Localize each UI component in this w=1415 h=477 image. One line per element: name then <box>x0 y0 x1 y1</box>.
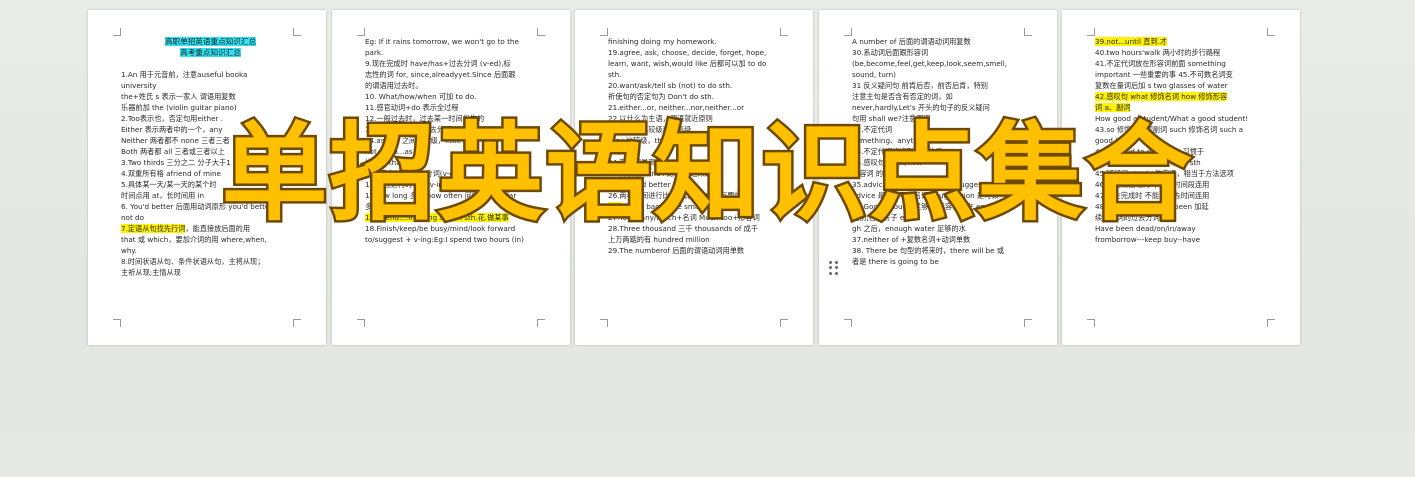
page-corner-mark <box>600 319 608 327</box>
document-line: 主祈从现;主情从现 <box>121 268 181 277</box>
page-corner-mark <box>780 28 788 36</box>
document-line: 38. There be 句型的将来时，there will be 或 <box>852 246 1005 255</box>
page-corner-mark <box>600 28 608 36</box>
page-corner-mark <box>357 319 365 327</box>
document-line: Eg: If it rains tomorrow, we won't go to… <box>365 37 519 46</box>
document-line: sound, turn) <box>852 70 896 79</box>
document-line: A number of 后面的谓语动词用复数 <box>852 37 971 46</box>
document-line: sth. <box>608 70 622 79</box>
document-line: (be,become,feel,get,keep,look,seem,smell… <box>852 59 1008 68</box>
document-line: university <box>121 81 157 90</box>
document-line: 30.系动词后面跟形容词 <box>852 48 929 57</box>
page-corner-mark <box>1087 319 1095 327</box>
document-line: 1.An 用于元音前，注意auseful booka <box>121 70 248 79</box>
document-line: learn, want, wish,would like 后都可以加 to do <box>608 59 767 68</box>
document-line: 祈使句的否定句为 Don't do sth. <box>608 92 714 101</box>
document-line: 9.现在完成时 have/has+过去分词 (v-ed),标 <box>365 59 511 68</box>
document-line: 的谓语用过去时。 <box>365 81 423 90</box>
document-line: 注意主句是否含有否定的词，如 <box>852 92 953 101</box>
document-line: 者是 there is going to be <box>852 257 939 266</box>
document-line: the+姓氏 s 表示一家人 谓语用复数 <box>121 92 236 101</box>
page-corner-mark <box>357 28 365 36</box>
page-corner-mark <box>537 319 545 327</box>
page-corner-mark <box>1267 28 1275 36</box>
page-subtitle: 高考重点知识汇总 <box>180 48 241 57</box>
document-line: why. <box>121 246 137 255</box>
document-line: 志性的词 for, since,alreadyyet.Since 后面跟 <box>365 70 516 79</box>
document-line: 8.时间状语从句、条件状语从句，主将从现； <box>121 257 265 266</box>
document-line: 10. What/how/when 可加 to do. <box>365 92 477 101</box>
page-title: 高职单招英语重点知识汇总 <box>164 37 257 46</box>
page-corner-mark <box>1087 28 1095 36</box>
document-line: 40.two hours'walk 两小时的步行路程 <box>1095 48 1221 57</box>
page-corner-mark <box>537 28 545 36</box>
document-line: 31 反义疑问句 前肯后否，前否后肯，特别 <box>852 81 988 90</box>
page-corner-mark <box>293 28 301 36</box>
page-corner-mark <box>844 319 852 327</box>
page-corner-mark <box>780 319 788 327</box>
document-line: 29.The numberof 后面的谓语动词用单数 <box>608 246 745 255</box>
page-corner-mark <box>1024 28 1032 36</box>
drag-handle-icon[interactable] <box>829 261 839 275</box>
document-line: park. <box>365 48 384 57</box>
page-corner-mark <box>844 28 852 36</box>
document-line: 41.不定代词放在形容词前面 something <box>1095 59 1226 68</box>
document-line: 20.want/ask/tell sb (not) to do sth. <box>608 81 733 90</box>
document-line: 39.not...until 直到.才 <box>1095 37 1168 46</box>
page-corner-mark <box>293 319 301 327</box>
page-corner-mark <box>1267 319 1275 327</box>
document-line: finishing doing my homework. <box>608 37 717 46</box>
document-line: 19.agree, ask, choose, decide, forget, h… <box>608 48 767 57</box>
page-corner-mark <box>1024 319 1032 327</box>
document-line: 42.感叹句 what 修饰名词 how 修饰形容 <box>1095 92 1228 101</box>
overlay-title: 单招英语知识点集合 <box>219 110 1194 238</box>
document-line: important 一些重要的事 45.不可数名词变 <box>1095 70 1233 79</box>
page-corner-mark <box>113 319 121 327</box>
document-line: 复数在量词后加 s two glasses of water <box>1095 81 1228 90</box>
page-corner-mark <box>113 28 121 36</box>
